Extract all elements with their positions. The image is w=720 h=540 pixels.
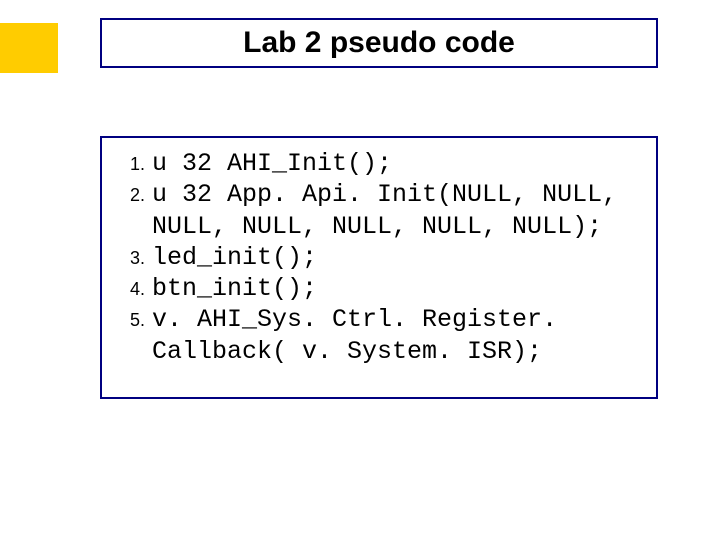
code-line: v. AHI_Sys. Ctrl. Register. Callback( v.… <box>150 304 642 367</box>
title-box: Lab 2 pseudo code <box>100 18 658 68</box>
code-line: led_init(); <box>150 242 642 273</box>
slide: Lab 2 pseudo code u 32 AHI_Init(); u 32 … <box>0 0 720 540</box>
code-list: u 32 AHI_Init(); u 32 App. Api. Init(NUL… <box>116 148 642 367</box>
content-box: u 32 AHI_Init(); u 32 App. Api. Init(NUL… <box>100 136 658 399</box>
code-line: btn_init(); <box>150 273 642 304</box>
code-line: u 32 AHI_Init(); <box>150 148 642 179</box>
code-line: u 32 App. Api. Init(NULL, NULL, NULL, NU… <box>150 179 642 242</box>
accent-bar <box>0 23 58 73</box>
slide-title: Lab 2 pseudo code <box>243 26 515 60</box>
